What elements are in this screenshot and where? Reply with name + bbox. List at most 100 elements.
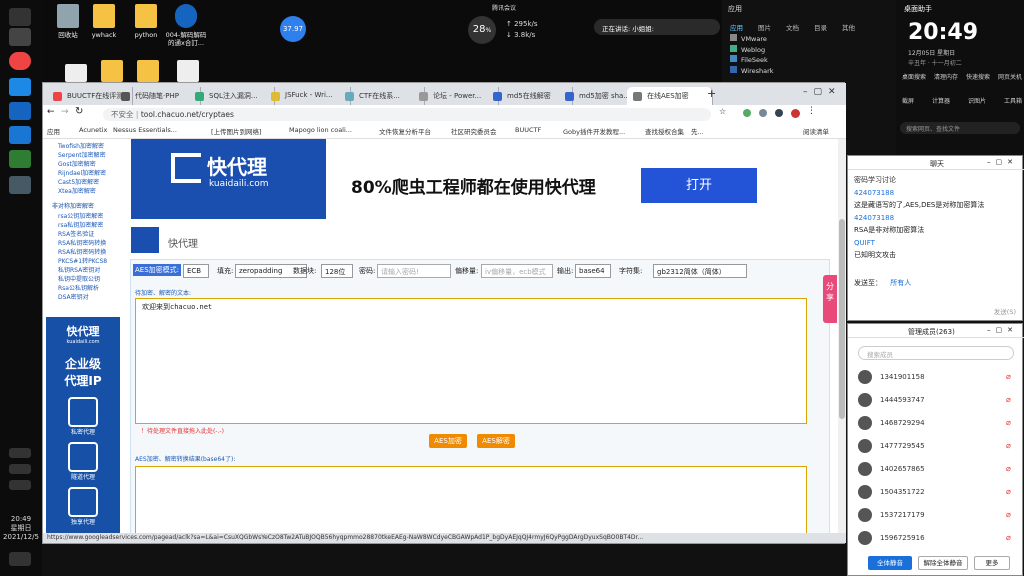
extension-icon[interactable] xyxy=(743,109,751,117)
tool-item[interactable]: 识图片 xyxy=(968,96,986,105)
back-icon[interactable]: ← xyxy=(47,107,55,117)
reading-list[interactable]: 阅读清单 xyxy=(803,126,829,136)
mic-muted-icon[interactable]: ⌀ xyxy=(1006,533,1011,542)
tray-icons-3[interactable] xyxy=(9,480,31,490)
assistant-search[interactable]: 搜索网页、查找文件 xyxy=(900,122,1020,134)
tool-item[interactable]: 计算器 xyxy=(932,96,950,105)
tray-icons[interactable] xyxy=(9,448,31,458)
sidebar-link[interactable]: RSA私钥密码转换 xyxy=(58,238,106,247)
mic-muted-icon[interactable]: ⌀ xyxy=(1006,464,1011,473)
new-tab-button[interactable]: + xyxy=(707,87,716,100)
app-item[interactable]: Wireshark xyxy=(730,65,774,77)
sidebar-link[interactable]: RSA私钥密码转换 xyxy=(58,247,106,256)
menu-icon[interactable]: ⋮ xyxy=(807,106,816,116)
sidebar-link[interactable]: rsa私钥加密解密 xyxy=(58,220,103,229)
app-item[interactable]: Weblog xyxy=(730,44,774,56)
block-select[interactable]: 128位 xyxy=(321,264,353,278)
tool-item[interactable]: 截屏 xyxy=(902,96,914,105)
mic-muted-icon[interactable]: ⌀ xyxy=(1006,372,1011,381)
puzzle-icon[interactable] xyxy=(775,109,783,117)
password-input[interactable]: 请输入密码! xyxy=(377,264,451,278)
bookmark-item[interactable]: [上传图片到网络] xyxy=(211,126,262,136)
bookmark-item[interactable]: Nessus Essentials... xyxy=(113,126,177,134)
bookmark-item[interactable]: 先... xyxy=(691,126,704,136)
speed-badge[interactable]: 37.97 xyxy=(280,16,306,42)
sidebar-ad[interactable]: 快代理 kuaidaili.com 企业级 代理IP 私密代理 隧道代理 独享代… xyxy=(46,317,120,533)
avatar[interactable] xyxy=(791,109,800,118)
tool-item[interactable]: 清理内存 xyxy=(934,72,958,81)
mic-muted-icon[interactable]: ⌀ xyxy=(1006,441,1011,450)
sidebar-link[interactable]: PKCS#1转PKCS8 xyxy=(58,256,107,265)
tool-item[interactable]: 桌面搜索 xyxy=(902,72,926,81)
sidebar-link[interactable]: Rsa公私钥解析 xyxy=(58,283,99,292)
extension-icon[interactable] xyxy=(759,109,767,117)
tray-icons-2[interactable] xyxy=(9,464,31,474)
notification-icon[interactable] xyxy=(9,552,31,566)
address-bar[interactable]: 不安全 | tool.chacuo.net/cryptaes xyxy=(103,108,711,121)
iv-input[interactable]: iv偏移量，ecb模式 xyxy=(481,264,553,278)
tool-item[interactable]: 快速搜索 xyxy=(966,72,990,81)
ad-banner-logo[interactable]: 快代理 kuaidaili.com xyxy=(131,139,326,219)
sidebar-link[interactable]: 私钥中提取公钥 xyxy=(58,274,100,283)
mic-muted-icon[interactable]: ⌀ xyxy=(1006,395,1011,404)
chrome-icon[interactable] xyxy=(9,52,31,70)
start-icon[interactable] xyxy=(9,8,31,26)
site-logo-icon[interactable] xyxy=(131,227,159,253)
bookmark-item[interactable]: 查找授权合集 xyxy=(645,126,684,136)
scroll-thumb[interactable] xyxy=(839,219,845,419)
bookmark-item[interactable]: Acunetix xyxy=(79,126,107,134)
tool-item[interactable]: 工具箱 xyxy=(1004,96,1022,105)
send-button[interactable]: 发送(S) xyxy=(994,306,1016,316)
mute-all-button[interactable]: 全体静音 xyxy=(868,556,912,570)
app-icon-2[interactable] xyxy=(9,150,31,168)
file-tab[interactable]: 应用 xyxy=(730,24,743,32)
taskbar-clock[interactable]: 20:49 星期日 2021/12/5 xyxy=(2,515,40,542)
member-row[interactable]: 1477729545 ⌀ xyxy=(858,439,1018,455)
mic-muted-icon[interactable]: ⌀ xyxy=(1006,510,1011,519)
page-scrollbar[interactable] xyxy=(838,139,846,533)
file-tab[interactable]: 文档 xyxy=(786,24,799,32)
star-icon[interactable]: ☆ xyxy=(719,107,726,116)
app-icon-1[interactable] xyxy=(9,78,31,96)
output-select[interactable]: base64 xyxy=(575,264,611,278)
sidebar-link[interactable]: Xtea加密解密 xyxy=(58,186,96,195)
sidebar-link[interactable]: Gost加密解密 xyxy=(58,159,96,168)
reload-icon[interactable]: ↻ xyxy=(75,106,83,117)
sidebar-link[interactable]: Cast5加密解密 xyxy=(58,177,99,186)
desktop-icon-zip[interactable]: 004-解码解码 的通x合訂... xyxy=(160,4,212,47)
sidebar-link[interactable]: DSA密钥对 xyxy=(58,292,89,301)
tool-item[interactable]: 网页关机 xyxy=(998,72,1022,81)
desktop-icon[interactable] xyxy=(9,28,31,46)
bookmark-apps[interactable]: 应用 xyxy=(47,126,60,136)
shield-icon[interactable] xyxy=(9,102,31,120)
sidebar-link[interactable]: 私钥RSA密钥对 xyxy=(58,265,100,274)
banner-open-button[interactable]: 打开 xyxy=(641,168,757,203)
sidebar-link[interactable]: Rijndael加密解密 xyxy=(58,168,106,177)
bookmark-item[interactable]: 文件恢复分析平台 xyxy=(379,126,431,136)
aes-decrypt-button[interactable]: AES解密 xyxy=(477,434,515,448)
member-search-input[interactable]: 搜索成员 xyxy=(858,346,1014,360)
file-tab[interactable]: 其他 xyxy=(842,24,855,32)
sidebar-link[interactable]: Twofish加密解密 xyxy=(58,141,104,150)
charset-select[interactable]: gb2312简体（简体） xyxy=(653,264,747,278)
bookmark-item[interactable]: Mapogo lion coali... xyxy=(289,126,352,134)
unmute-all-button[interactable]: 解除全体静音 xyxy=(918,556,968,570)
aes-encrypt-button[interactable]: AES加密 xyxy=(429,434,467,448)
members-window-controls[interactable]: –▢✕ xyxy=(987,326,1018,334)
window-controls[interactable]: –▢✕ xyxy=(803,87,843,97)
share-button[interactable]: 分享 xyxy=(823,275,837,323)
member-row[interactable]: 1468729294 ⌀ xyxy=(858,416,1018,432)
chat-window-controls[interactable]: –▢✕ xyxy=(987,158,1018,166)
tab-sql[interactable]: SQL注入漏洞... xyxy=(189,87,275,105)
member-row[interactable]: 1596725916 ⌀ xyxy=(858,531,1018,547)
file-tab[interactable]: 目录 xyxy=(814,24,827,32)
mic-muted-icon[interactable]: ⌀ xyxy=(1006,418,1011,427)
member-row[interactable]: 1341901158 ⌀ xyxy=(858,370,1018,386)
tab-aes[interactable]: 在线AES加密 xyxy=(627,87,713,105)
file-tab[interactable]: 图片 xyxy=(758,24,771,32)
bookmark-item[interactable]: BUUCTF xyxy=(515,126,541,134)
member-row[interactable]: 1402657865 ⌀ xyxy=(858,462,1018,478)
bookmark-item[interactable]: Goby插件开发教程... xyxy=(563,126,625,136)
member-row[interactable]: 1444593747 ⌀ xyxy=(858,393,1018,409)
mode-select[interactable]: ECB xyxy=(183,264,209,278)
